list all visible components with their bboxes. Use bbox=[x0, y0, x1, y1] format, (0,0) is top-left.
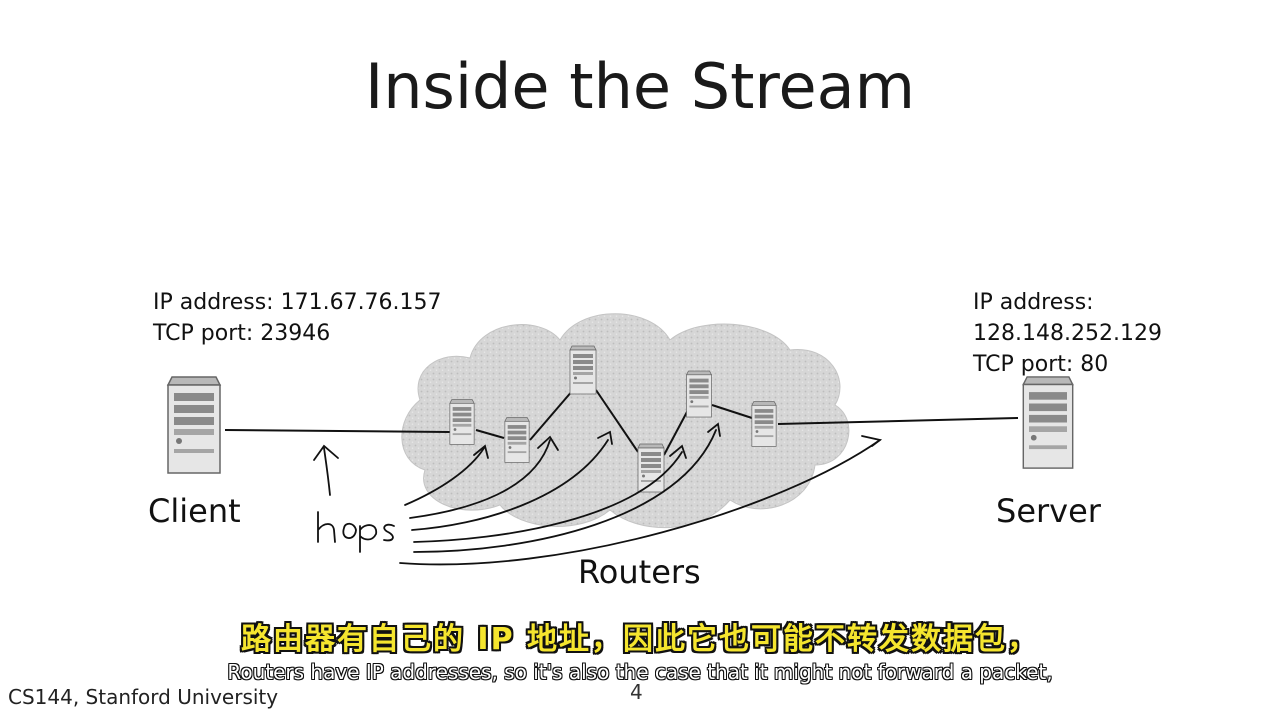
router-icon bbox=[504, 417, 530, 463]
router-icon bbox=[569, 345, 597, 395]
server-label: Server bbox=[996, 492, 1101, 530]
subtitle-english: Routers have IP addresses, so it's also … bbox=[227, 660, 1053, 684]
routers-label: Routers bbox=[578, 553, 701, 591]
client-server-icon bbox=[167, 376, 221, 474]
subtitle-chinese: 路由器有自己的 IP 地址，因此它也可能不转发数据包， bbox=[240, 622, 1040, 657]
footer-course-label: CS144, Stanford University bbox=[8, 685, 279, 709]
router-icon bbox=[751, 401, 777, 447]
server-computer-icon bbox=[1022, 376, 1074, 469]
router-icon bbox=[686, 370, 712, 418]
client-label: Client bbox=[148, 492, 241, 530]
network-diagram bbox=[167, 313, 1074, 566]
router-icon bbox=[449, 399, 475, 445]
